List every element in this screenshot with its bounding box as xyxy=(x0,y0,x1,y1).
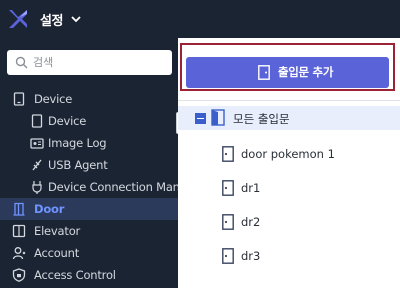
sidebar-item-device-connection[interactable]: Device Connection Man xyxy=(0,176,180,198)
door-icon xyxy=(258,65,270,80)
sidebar-item-label: Access Control xyxy=(34,268,116,282)
usb-icon xyxy=(32,159,42,171)
divider xyxy=(178,100,400,101)
sidebar-item-elevator[interactable]: Elevator xyxy=(0,220,178,242)
tree-item-door[interactable]: door pokemon 1 xyxy=(178,142,400,166)
door-icon xyxy=(13,202,25,216)
app-logo-icon xyxy=(9,10,27,28)
connection-icon xyxy=(32,181,42,194)
sidebar-item-label: Device xyxy=(48,114,87,128)
sidebar-item-label: Elevator xyxy=(34,224,81,238)
tree-item-door[interactable]: dr3 xyxy=(178,244,400,268)
sidebar-item-device-group[interactable]: Device xyxy=(0,88,178,110)
door-icon xyxy=(222,214,234,230)
tree-item-door[interactable]: dr2 xyxy=(178,210,400,234)
search-box[interactable] xyxy=(7,50,172,75)
search-input[interactable] xyxy=(33,54,168,71)
sidebar-item-label: Door xyxy=(34,202,65,216)
elevator-icon xyxy=(12,224,26,238)
top-bar: 설정 xyxy=(0,0,400,38)
sidebar-item-label: Account xyxy=(34,246,80,260)
sidebar-item-label: Image Log xyxy=(48,136,107,150)
tree-item-label: dr1 xyxy=(241,181,261,195)
tree-item-label: dr2 xyxy=(241,215,261,229)
sidebar: Device Device Image Log USB Agent Device… xyxy=(0,38,180,288)
sidebar-item-door[interactable]: Door xyxy=(0,198,178,220)
door-group-icon xyxy=(211,109,225,126)
page-title: 설정 xyxy=(40,14,63,29)
sidebar-item-access-control[interactable]: Access Control xyxy=(0,264,178,286)
chevron-down-icon[interactable] xyxy=(70,13,82,25)
sidebar-item-usb-agent[interactable]: USB Agent xyxy=(0,154,178,176)
main-panel: 출입문 추가 모든 출입문 door pokemon 1 dr1 dr2 dr3 xyxy=(178,38,400,288)
sidebar-item-label: USB Agent xyxy=(48,158,108,172)
add-door-label: 출입문 추가 xyxy=(278,65,334,79)
door-icon xyxy=(222,180,234,196)
sidebar-item-label: Device xyxy=(34,92,73,106)
device-icon xyxy=(31,114,43,128)
add-door-button[interactable]: 출입문 추가 xyxy=(186,57,389,88)
tree-item-label: door pokemon 1 xyxy=(241,147,335,161)
tablet-icon xyxy=(13,92,25,106)
sidebar-item-device[interactable]: Device xyxy=(0,110,178,132)
search-icon xyxy=(15,56,28,69)
collapse-icon[interactable] xyxy=(195,113,206,124)
tree-root-all-doors[interactable]: 모든 출입문 xyxy=(178,106,400,130)
user-icon xyxy=(12,247,26,260)
door-icon xyxy=(222,248,234,264)
tree-item-label: dr3 xyxy=(241,249,261,263)
sidebar-item-image-log[interactable]: Image Log xyxy=(0,132,178,154)
tree-root-label: 모든 출입문 xyxy=(233,112,290,126)
sidebar-item-account[interactable]: Account xyxy=(0,242,178,264)
tree-item-door[interactable]: dr1 xyxy=(178,176,400,200)
image-log-icon xyxy=(30,138,44,149)
door-icon xyxy=(222,146,234,162)
sidebar-item-label: Device Connection Man xyxy=(48,180,180,194)
shield-icon xyxy=(12,268,26,282)
